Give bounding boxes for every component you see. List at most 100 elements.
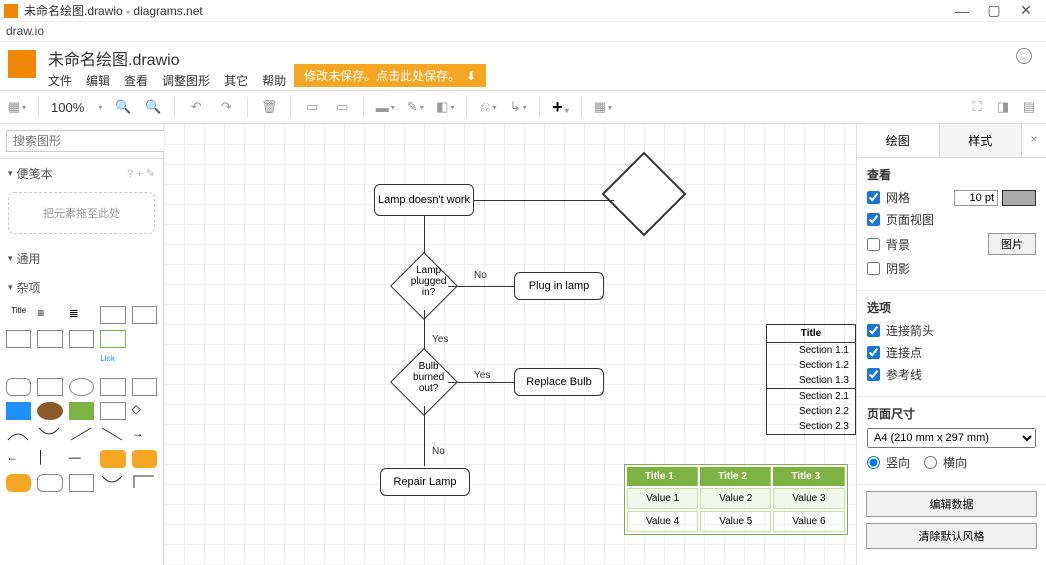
shape-curve3[interactable] [100, 474, 125, 492]
shape-rect4[interactable] [69, 474, 94, 492]
menu-edit[interactable]: 编辑 [86, 72, 110, 89]
misc-header[interactable]: 杂项 [0, 273, 163, 302]
language-icon[interactable] [1016, 48, 1032, 64]
edge-down3[interactable] [424, 406, 425, 466]
shape-cube2[interactable]: ◇ [132, 402, 157, 420]
shape-ellipse[interactable] [69, 378, 94, 396]
node-repair[interactable]: Repair Lamp [380, 468, 470, 496]
shape-hline[interactable]: — [69, 450, 94, 468]
canvas-table1[interactable]: Title Section 1.1 Section 1.2 Section 1.… [766, 324, 856, 435]
tab-diagram[interactable]: 绘图 [857, 124, 940, 157]
menu-extras[interactable]: 其它 [224, 72, 248, 89]
scratchpad-header[interactable]: 便笺本 ? + ✎ [0, 159, 163, 188]
scratchpad-hints[interactable]: ? + ✎ [127, 167, 155, 180]
shape-grid2[interactable] [37, 330, 62, 348]
zoom-level[interactable]: 100% [51, 100, 84, 115]
canvas[interactable]: Lamp doesn't work Lamp plugged in? No Pl… [164, 124, 856, 565]
shape-rect2[interactable] [100, 378, 125, 396]
check-shadow[interactable]: 阴影 [867, 260, 1036, 277]
close-button[interactable]: ✕ [1010, 2, 1042, 19]
fill-icon[interactable]: ▬▾ [376, 98, 394, 116]
shape-small1[interactable] [6, 354, 31, 372]
shape-orange[interactable] [6, 474, 31, 492]
general-header[interactable]: 通用 [0, 244, 163, 273]
front-icon[interactable]: ▭ [303, 98, 321, 116]
fullscreen-icon[interactable]: ⛶ [968, 98, 986, 116]
shape-gear2[interactable] [132, 450, 157, 468]
shape-rect[interactable] [37, 378, 62, 396]
node-replace[interactable]: Replace Bulb [514, 368, 604, 396]
edge-plugged-no[interactable] [448, 286, 514, 287]
check-arrows[interactable]: 连接箭头 [867, 322, 1036, 339]
check-background[interactable]: 背景 图片 [867, 233, 1036, 255]
shape-corner[interactable] [132, 474, 157, 492]
shape-table2[interactable] [132, 306, 157, 324]
doc-name[interactable]: 未命名绘图.drawio [48, 46, 286, 70]
shape-curve1[interactable] [6, 426, 31, 444]
undo-icon[interactable]: ↶ [187, 98, 205, 116]
menu-view[interactable]: 查看 [124, 72, 148, 89]
shape-blue[interactable] [6, 402, 31, 420]
menu-arrange[interactable]: 调整图形 [162, 72, 210, 89]
radio-landscape[interactable]: 横向 [924, 454, 967, 471]
menu-file[interactable]: 文件 [48, 72, 72, 89]
shape-grid[interactable] [6, 330, 31, 348]
scratchpad-dropzone[interactable]: 把元素拖至此处 [8, 192, 155, 234]
panel-close-icon[interactable]: × [1022, 124, 1046, 157]
minimize-button[interactable]: — [946, 3, 978, 19]
canvas-table2[interactable]: Title 1Title 2Title 3 Value 1Value 2Valu… [624, 464, 848, 535]
image-button[interactable]: 图片 [988, 233, 1036, 255]
check-guides[interactable]: 参考线 [867, 366, 1036, 383]
shape-line1[interactable] [69, 426, 94, 444]
redo-icon[interactable]: ↷ [217, 98, 235, 116]
shape-arrow1[interactable]: → [132, 426, 157, 444]
unsaved-warning[interactable]: 修改未保存。点击此处保存。 ⬇ [294, 64, 486, 87]
shape-table[interactable] [100, 306, 125, 324]
back-icon[interactable]: ▭ [333, 98, 351, 116]
shape-link[interactable]: Link [100, 354, 125, 372]
node-plug[interactable]: Plug in lamp [514, 272, 604, 300]
check-pageview[interactable]: 页面视图 [867, 211, 1036, 228]
outline-icon[interactable]: ▤ [1020, 98, 1038, 116]
edge-start-diamond[interactable] [474, 200, 614, 201]
delete-icon[interactable]: 🗑 [260, 98, 278, 116]
shape-text[interactable]: Title [6, 306, 31, 324]
shape-small2[interactable] [37, 354, 62, 372]
waypoint-icon[interactable]: ↳▾ [509, 98, 527, 116]
edit-data-button[interactable]: 编辑数据 [866, 491, 1036, 517]
shape-rounded[interactable] [6, 378, 31, 396]
zoom-out-icon[interactable]: 🔍 [144, 98, 162, 116]
menu-help[interactable]: 帮助 [262, 72, 286, 89]
shadow-icon[interactable]: ◧▾ [436, 98, 454, 116]
shape-green[interactable] [69, 402, 94, 420]
shape-line2[interactable] [100, 426, 125, 444]
table-icon[interactable]: ▦▾ [594, 98, 612, 116]
shape-grid3[interactable] [69, 330, 94, 348]
shape-gear1[interactable] [100, 450, 125, 468]
connection-icon[interactable]: ⎌▾ [479, 98, 497, 116]
check-grid[interactable]: 网格 [867, 189, 1036, 206]
shape-blank[interactable] [132, 330, 157, 348]
paper-select[interactable]: A4 (210 mm x 297 mm) [867, 428, 1036, 448]
shape-arrow2[interactable]: ← [6, 450, 31, 468]
clear-default-button[interactable]: 清除默认风格 [866, 523, 1036, 549]
shape-small3[interactable] [69, 354, 94, 372]
shape-rect3[interactable] [132, 378, 157, 396]
shape-green-table[interactable] [100, 330, 125, 348]
shape-vline[interactable]: │ [37, 450, 62, 468]
search-input[interactable] [6, 130, 175, 152]
maximize-button[interactable]: ▢ [978, 2, 1010, 19]
grid-color-swatch[interactable] [1002, 190, 1036, 206]
node-selected-diamond[interactable] [602, 152, 687, 237]
shape-brown[interactable] [37, 402, 62, 420]
drawio-logo-icon[interactable] [8, 50, 36, 78]
view-icon[interactable]: ▦▾ [8, 98, 26, 116]
line-icon[interactable]: ✎▾ [406, 98, 424, 116]
insert-icon[interactable]: +▾ [552, 97, 569, 118]
format-icon[interactable]: ◨ [994, 98, 1012, 116]
shape-vartext[interactable] [132, 354, 157, 372]
check-points[interactable]: 连接点 [867, 344, 1036, 361]
shape-rounded2[interactable] [37, 474, 62, 492]
shape-cube[interactable] [100, 402, 125, 420]
tab-style[interactable]: 样式 [940, 124, 1023, 157]
